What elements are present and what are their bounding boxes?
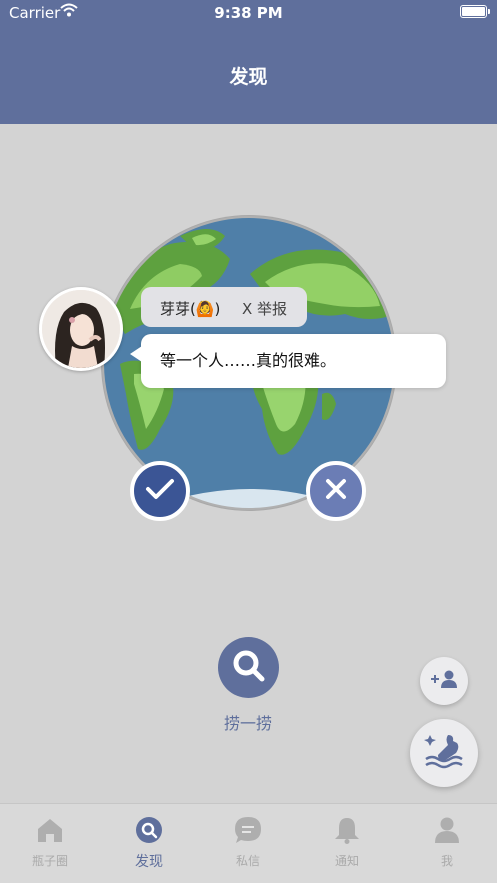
person-icon xyxy=(433,816,461,848)
throw-bottle-icon xyxy=(424,733,464,773)
page-title: 发现 xyxy=(229,66,268,88)
fish-button[interactable] xyxy=(218,637,279,698)
tab-me[interactable]: 我 xyxy=(407,816,487,876)
search-icon xyxy=(231,648,267,688)
tab-label: 瓶子圈 xyxy=(31,854,68,868)
tab-label: 私信 xyxy=(235,854,260,868)
accept-button[interactable] xyxy=(130,461,190,521)
add-user-icon xyxy=(429,669,459,693)
tab-discover[interactable]: 发现 xyxy=(109,816,189,876)
home-icon xyxy=(36,816,64,848)
bubble-tail xyxy=(130,346,142,362)
discover-icon xyxy=(135,816,163,848)
status-bar: Carrier 9:38 PM xyxy=(0,0,497,26)
checkmark-icon xyxy=(145,477,175,505)
tab-messages[interactable]: 私信 xyxy=(208,816,288,876)
sender-name-bubble: 芽芽(🙆) X 举报 xyxy=(141,287,307,327)
tab-label: 发现 xyxy=(135,854,163,870)
report-button[interactable]: X 举报 xyxy=(242,298,287,319)
tab-notifications[interactable]: 通知 xyxy=(307,816,387,876)
reject-button[interactable] xyxy=(306,461,366,521)
tab-label: 我 xyxy=(440,854,453,868)
nav-bar: 发现 xyxy=(0,26,497,124)
add-friend-button[interactable] xyxy=(420,657,468,705)
fish-label[interactable]: 捞一捞 xyxy=(198,710,298,734)
battery-icon xyxy=(460,5,490,18)
bell-icon xyxy=(333,816,361,848)
message-text: 等一个人……真的很难。 xyxy=(160,351,337,370)
sender-username[interactable]: 芽芽(🙆) xyxy=(160,298,220,319)
tab-label: 通知 xyxy=(334,854,359,868)
tab-bottle-circle[interactable]: 瓶子圈 xyxy=(10,816,90,876)
message-bubble: 等一个人……真的很难。 xyxy=(130,334,446,388)
tab-bar: 瓶子圈 发现 私信 通知 我 xyxy=(0,803,497,883)
throw-bottle-button[interactable] xyxy=(410,719,478,787)
chat-bubble-icon xyxy=(234,816,262,848)
close-icon xyxy=(325,478,347,504)
clock: 9:38 PM xyxy=(214,4,283,22)
avatar[interactable] xyxy=(39,287,123,371)
